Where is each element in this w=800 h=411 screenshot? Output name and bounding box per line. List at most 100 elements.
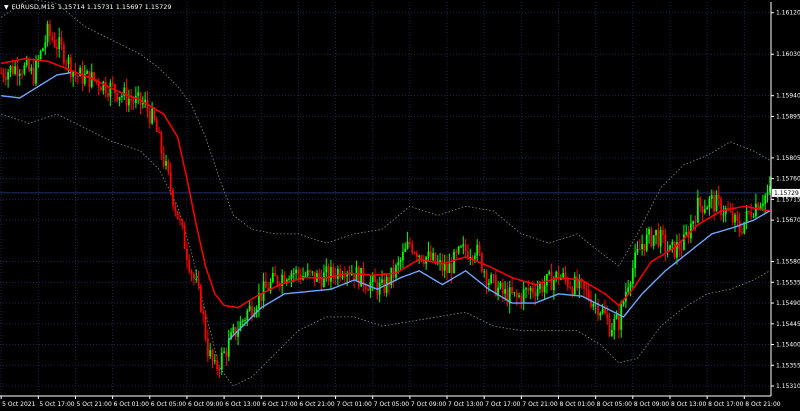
candle-body [671, 241, 674, 246]
candle-body [764, 195, 767, 204]
time-tick-label: 7 Oct 21:00 [522, 401, 557, 408]
candle-body [485, 271, 488, 285]
candle-body [223, 351, 226, 353]
candle-body [427, 251, 430, 257]
candle-body [2, 72, 5, 78]
candle-body [311, 271, 314, 273]
candle-body [325, 266, 328, 273]
candle-body [659, 230, 662, 247]
candle-body [499, 282, 502, 288]
candle-body [367, 289, 369, 291]
price-tick-label: 1.16120 [776, 10, 800, 17]
candle-body [641, 243, 644, 250]
candle-body [232, 327, 235, 333]
candle-body [18, 73, 21, 76]
candle-body [104, 81, 107, 94]
candle-body [487, 282, 490, 285]
candle-body [745, 210, 748, 223]
candle-body [629, 283, 632, 288]
candle-body [44, 42, 47, 49]
candle-body [462, 244, 465, 247]
candle-body [720, 198, 722, 216]
candle-body [464, 244, 467, 252]
candle-body [204, 313, 207, 339]
candle-body [599, 312, 602, 316]
candle-body [148, 110, 151, 124]
candle-body [114, 84, 116, 94]
candle-body [418, 255, 421, 257]
candle-body [399, 260, 402, 262]
candle-body [490, 274, 493, 283]
candle-body [39, 51, 42, 59]
candle-body [636, 249, 639, 253]
candle-body [471, 256, 474, 259]
time-tick-label: 5 Oct 2021 [2, 401, 35, 408]
candle-body [525, 288, 527, 290]
time-tick-label: 6 Oct 01:00 [114, 401, 149, 408]
candle-body [100, 87, 102, 91]
candle-body [290, 273, 293, 279]
candle-body [202, 311, 205, 314]
candle-body [67, 57, 70, 64]
price-chart[interactable]: 1.16120 1.16030 1.15940 1.15895 1.15805 1.157… [0, 0, 800, 411]
chart-canvas[interactable]: 1.16120 1.16030 1.15940 1.15895 1.15805 1.157… [0, 0, 800, 411]
candle-body [271, 273, 274, 282]
candle-body [60, 37, 63, 45]
candle-body [504, 289, 506, 294]
time-tick-label: 8 Oct 09:00 [634, 401, 669, 408]
candle-body [295, 269, 297, 274]
candle-body [583, 282, 585, 289]
candle-body [450, 263, 453, 274]
candle-body [522, 289, 525, 303]
candle-body [88, 70, 91, 88]
candle-body [650, 228, 653, 246]
candle-body [569, 287, 572, 289]
candle-body [176, 211, 179, 220]
band-upper [0, 0, 770, 267]
candle-body [692, 221, 695, 224]
candle-body [132, 101, 135, 103]
price-tick-label: 1.16030 [776, 51, 800, 58]
candle-body [706, 207, 709, 210]
candle-body [662, 230, 664, 235]
price-tick-label: 1.15535 [776, 279, 800, 286]
dropdown-arrow-icon[interactable]: ▼ [4, 4, 9, 11]
candle-body [631, 268, 634, 284]
candle-body [116, 93, 119, 101]
candle-body [752, 216, 755, 218]
candle-body [357, 267, 360, 287]
time-tick-label: 7 Oct 01:00 [337, 401, 372, 408]
price-tick-label: 1.15805 [776, 155, 800, 162]
price-tick-label: 1.15940 [776, 93, 800, 100]
symbol-label: EURUSD,M15 [11, 3, 55, 11]
time-tick-label: 6 Oct 05:00 [151, 401, 186, 408]
candle-body [35, 60, 37, 84]
candle-body [172, 189, 174, 206]
candle-body [162, 153, 165, 166]
candle-body [297, 269, 300, 275]
price-tick-label: 1.15895 [776, 113, 800, 120]
candle-body [395, 265, 397, 278]
candle-body [606, 313, 609, 319]
candle-body [139, 92, 142, 105]
candle-body [576, 276, 578, 289]
candle-body [411, 243, 414, 253]
candle-body [371, 275, 374, 283]
candle-body [474, 255, 476, 259]
candle-body [448, 263, 451, 273]
candle-body [306, 270, 309, 276]
candle-body [130, 98, 133, 102]
candle-body [501, 282, 504, 294]
candle-body [643, 243, 646, 251]
candle-body [21, 73, 23, 75]
candle-body [336, 268, 339, 280]
candle-body [32, 67, 35, 84]
candle-body [265, 281, 267, 288]
candle-body [216, 360, 219, 370]
candle-body [611, 329, 613, 336]
candle-body [432, 253, 435, 261]
candle-body [622, 301, 625, 305]
candle-body [313, 271, 316, 282]
candle-body [529, 287, 532, 291]
candle-body [174, 205, 177, 212]
